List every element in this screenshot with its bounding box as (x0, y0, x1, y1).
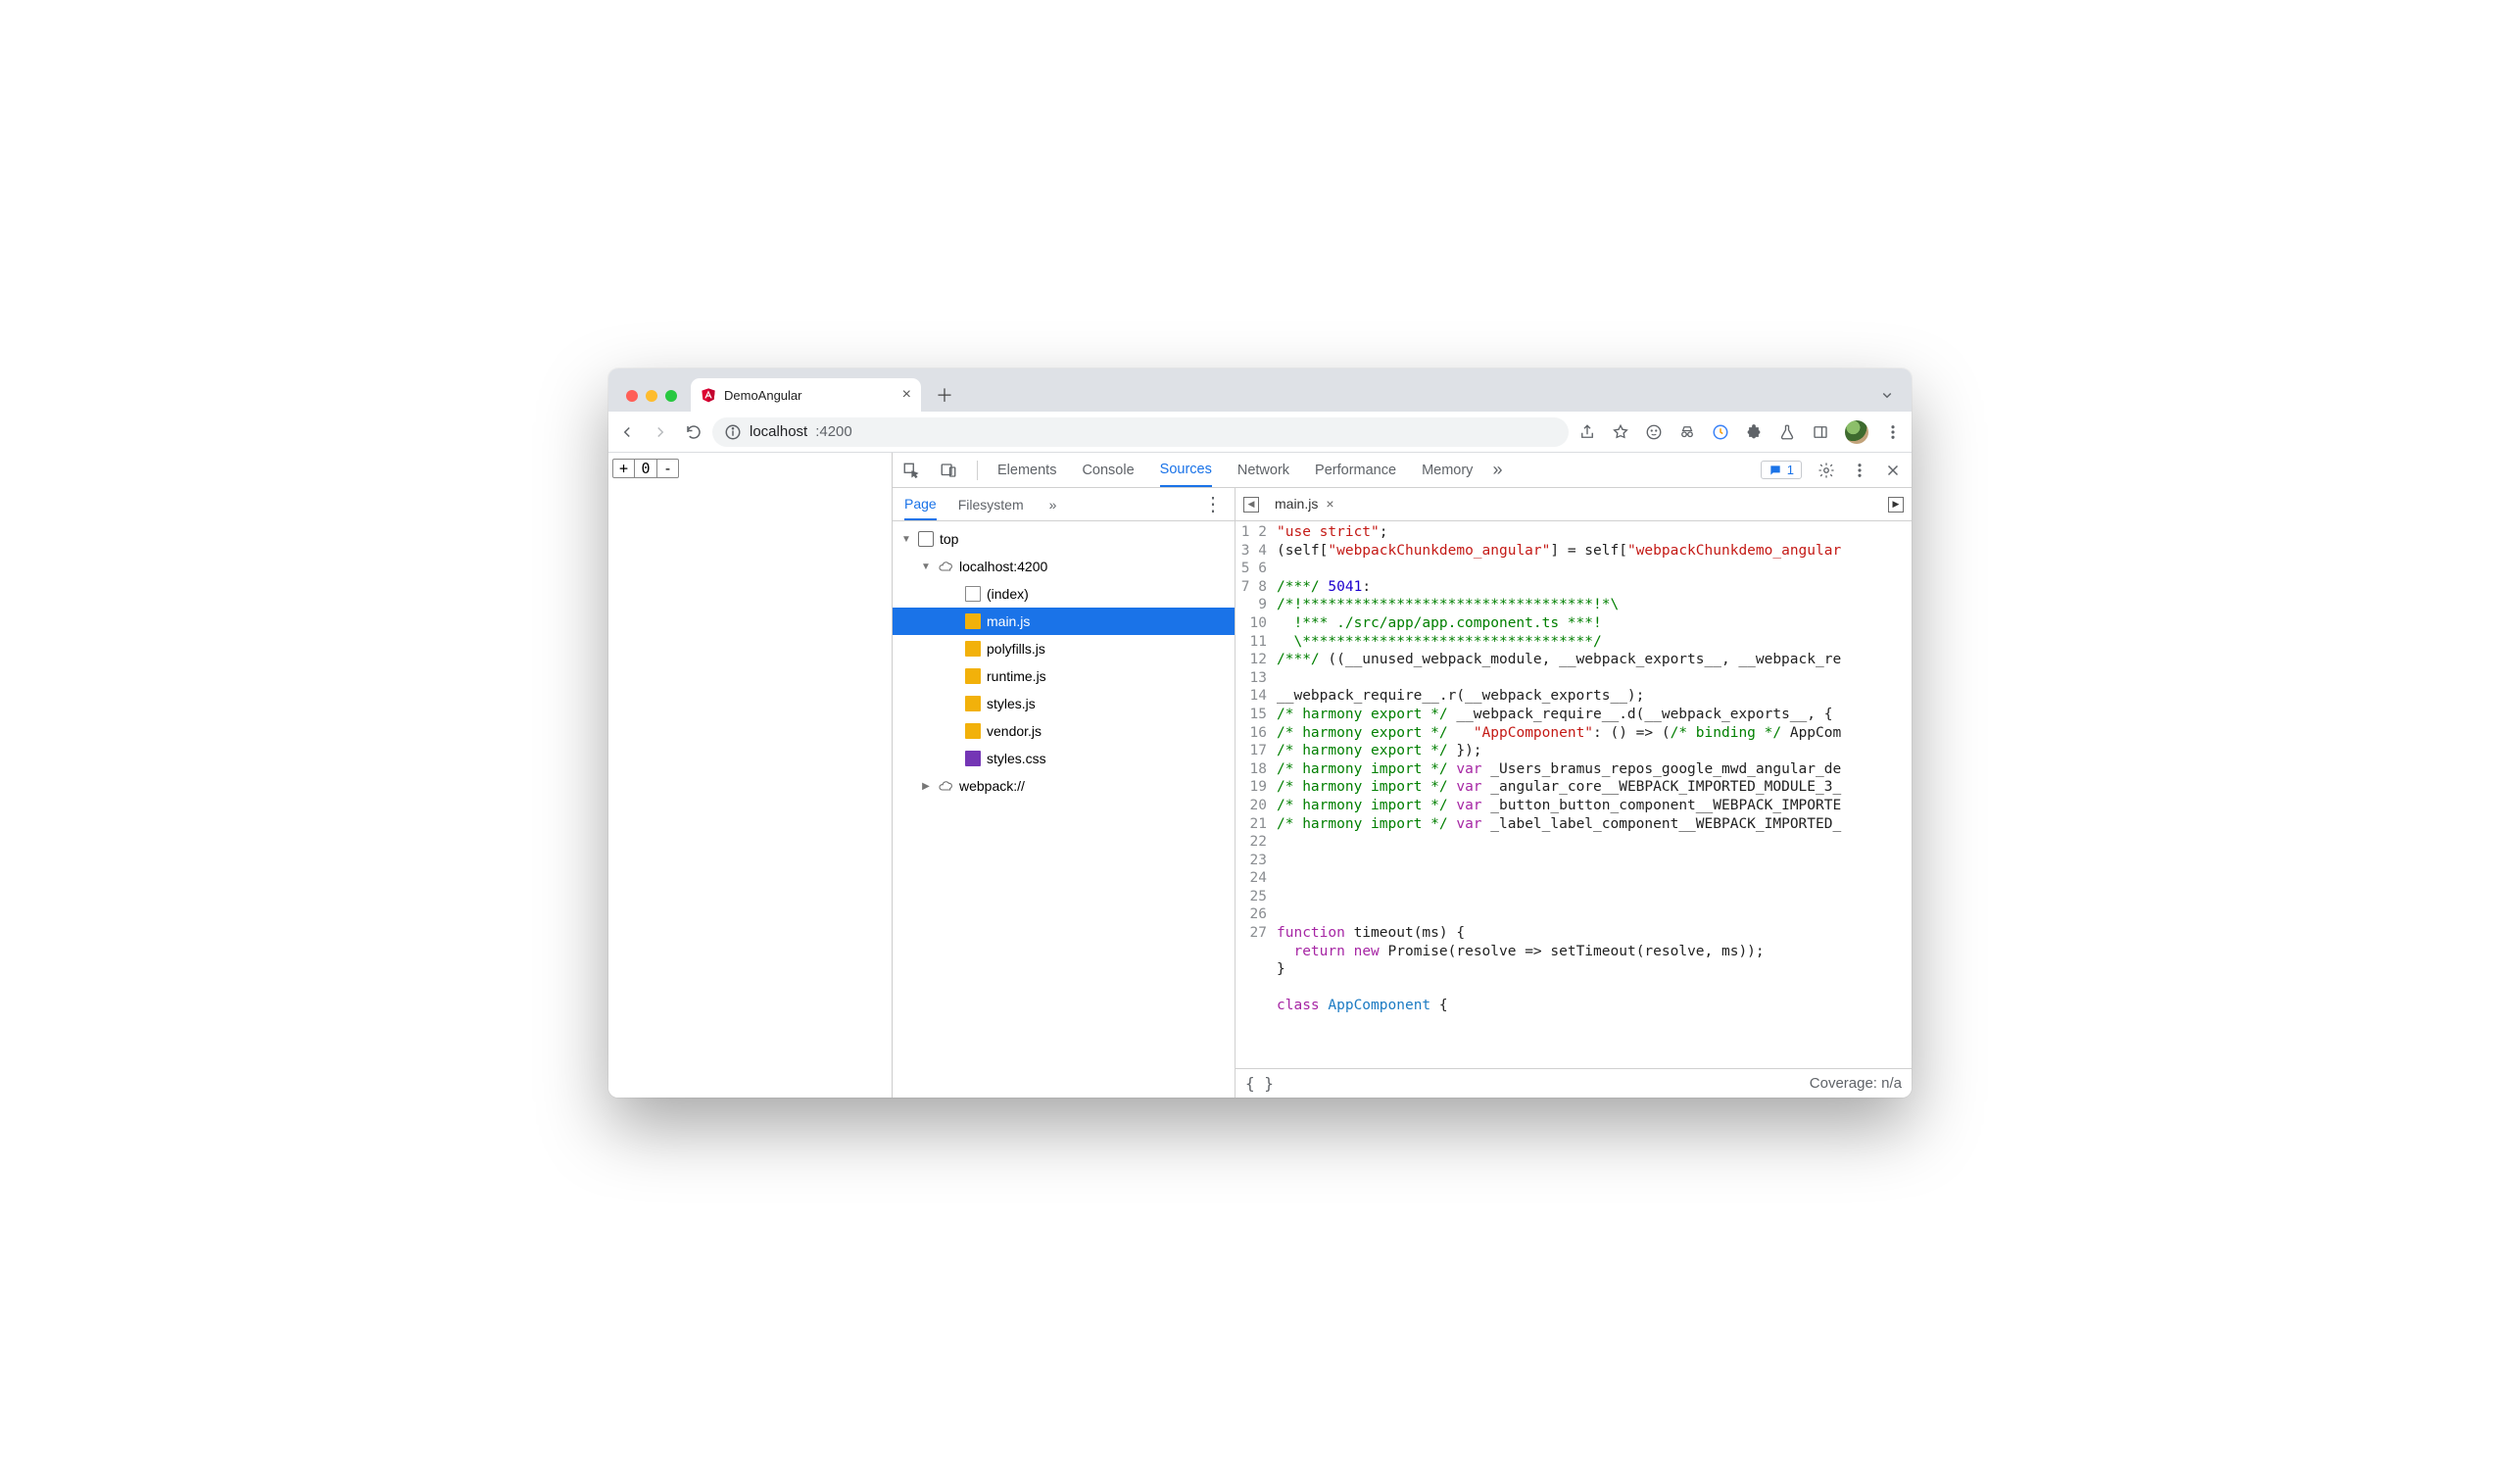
tree-item[interactable]: ▼localhost:4200 (893, 553, 1235, 580)
code-viewer[interactable]: 1 2 3 4 5 6 7 8 9 10 11 12 13 14 15 16 1… (1236, 521, 1912, 1068)
tree-item[interactable]: runtime.js (893, 662, 1235, 690)
tab-title: DemoAngular (724, 388, 802, 403)
url-input[interactable]: localhost :4200 (712, 417, 1569, 447)
issues-count: 1 (1787, 463, 1794, 477)
address-bar: localhost :4200 (608, 412, 1912, 453)
tree-item[interactable]: (index) (893, 580, 1235, 608)
reload-icon[interactable] (685, 423, 703, 441)
incognito-icon[interactable] (1678, 423, 1696, 441)
toggle-debugger-pane-icon[interactable]: ▶ (1888, 497, 1904, 513)
forward-icon[interactable] (652, 423, 669, 441)
tree-item[interactable]: ▶webpack:// (893, 772, 1235, 800)
window-controls (626, 390, 677, 402)
devtools-close-icon[interactable] (1884, 462, 1902, 479)
angular-icon (701, 387, 716, 403)
devtools-menu-icon[interactable] (1851, 462, 1868, 479)
inspect-element-icon[interactable] (902, 462, 920, 479)
editor-tabstrip: ◀ main.js × ▶ (1236, 488, 1912, 521)
lighthouse-extension-icon[interactable] (1712, 423, 1729, 441)
browser-tab[interactable]: DemoAngular × (691, 378, 921, 412)
bookmark-star-icon[interactable] (1612, 423, 1629, 441)
navigator-tab-filesystem[interactable]: Filesystem (958, 490, 1024, 519)
profile-avatar[interactable] (1845, 420, 1868, 444)
tabs-dropdown-icon[interactable] (1878, 386, 1896, 404)
devtools-settings-icon[interactable] (1817, 462, 1835, 479)
editor-file-tab[interactable]: main.js × (1267, 488, 1342, 520)
devtools-more-tabs-icon[interactable]: » (1492, 460, 1502, 480)
counter-widget: +- (612, 459, 679, 478)
devtools-tab-network[interactable]: Network (1237, 455, 1289, 486)
navigator-more-icon[interactable]: » (1049, 497, 1057, 513)
decrement-button[interactable]: - (657, 460, 678, 477)
devtools-tab-sources[interactable]: Sources (1160, 454, 1212, 487)
extensions-puzzle-icon[interactable] (1745, 423, 1763, 441)
chrome-tabstrip: DemoAngular × ＋ (608, 368, 1912, 412)
tree-item[interactable]: ▼top (893, 525, 1235, 553)
navigator-tabs: Page Filesystem » ⋮ (893, 488, 1235, 521)
chrome-menu-icon[interactable] (1884, 423, 1902, 441)
share-icon[interactable] (1578, 423, 1596, 441)
navigator-tab-page[interactable]: Page (904, 489, 937, 520)
page-content: +- (608, 453, 893, 1098)
new-tab-button[interactable]: ＋ (931, 381, 958, 409)
minimize-window-button[interactable] (646, 390, 657, 402)
issues-button[interactable]: 1 (1761, 461, 1802, 479)
tab-close-icon[interactable]: × (902, 387, 911, 403)
close-window-button[interactable] (626, 390, 638, 402)
labs-flask-icon[interactable] (1778, 423, 1796, 441)
source-editor: ◀ main.js × ▶ 1 2 3 4 5 6 7 8 9 10 11 12… (1236, 488, 1912, 1098)
devtools-tab-memory[interactable]: Memory (1422, 455, 1473, 486)
back-icon[interactable] (618, 423, 636, 441)
editor-file-name: main.js (1275, 496, 1318, 512)
url-host: localhost (750, 423, 807, 440)
code-text: "use strict"; (self["webpackChunkdemo_an… (1273, 521, 1912, 1068)
counter-value[interactable] (634, 460, 657, 477)
tree-item[interactable]: styles.css (893, 745, 1235, 772)
editor-footer: { } Coverage: n/a (1236, 1068, 1912, 1098)
site-info-icon[interactable] (724, 423, 742, 441)
devtools-tab-performance[interactable]: Performance (1315, 455, 1396, 486)
chat-icon (1769, 464, 1782, 477)
extension-face-icon[interactable] (1645, 423, 1663, 441)
devtools-panel: Elements Console Sources Network Performance… (893, 453, 1912, 1098)
coverage-status: Coverage: n/a (1810, 1075, 1902, 1092)
sources-navigator: Page Filesystem » ⋮ ▼top▼localhost:4200(ind… (893, 488, 1236, 1098)
browser-window: DemoAngular × ＋ localhost :4200 (608, 368, 1912, 1098)
increment-button[interactable]: + (613, 460, 634, 477)
pretty-print-icon[interactable]: { } (1245, 1074, 1274, 1093)
maximize-window-button[interactable] (665, 390, 677, 402)
devtools-toolbar: Elements Console Sources Network Performance… (893, 453, 1912, 488)
editor-tab-close-icon[interactable]: × (1326, 496, 1333, 512)
tree-item[interactable]: vendor.js (893, 717, 1235, 745)
toggle-navigator-icon[interactable]: ◀ (1243, 497, 1259, 513)
devtools-tab-console[interactable]: Console (1082, 455, 1134, 486)
file-tree[interactable]: ▼top▼localhost:4200(index)main.jspolyfil… (893, 521, 1235, 1098)
url-port: :4200 (815, 423, 852, 440)
navigator-menu-icon[interactable]: ⋮ (1203, 492, 1223, 516)
nav-buttons (618, 423, 703, 441)
line-gutter: 1 2 3 4 5 6 7 8 9 10 11 12 13 14 15 16 1… (1236, 521, 1273, 1068)
tree-item[interactable]: main.js (893, 608, 1235, 635)
tree-item[interactable]: styles.js (893, 690, 1235, 717)
devtools-tab-elements[interactable]: Elements (997, 455, 1056, 486)
device-toggle-icon[interactable] (940, 462, 957, 479)
tree-item[interactable]: polyfills.js (893, 635, 1235, 662)
side-panel-icon[interactable] (1812, 423, 1829, 441)
